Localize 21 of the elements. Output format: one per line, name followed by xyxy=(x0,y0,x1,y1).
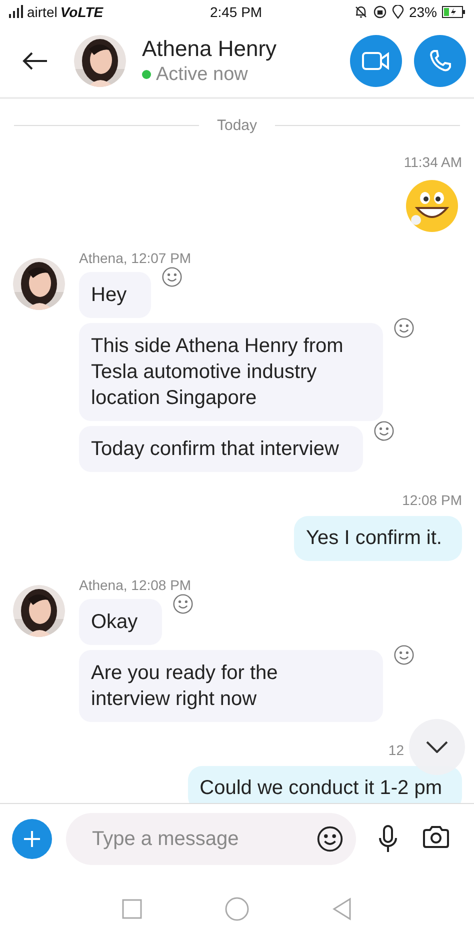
sent-message: Could we conduct it 1-2 pm xyxy=(188,766,462,803)
received-message: Are you ready for the interview right now xyxy=(79,650,383,722)
message-field[interactable]: Type a message xyxy=(66,813,356,865)
sender-time: Athena, 12:07 PM xyxy=(79,250,192,266)
received-message: Today confirm that interview xyxy=(79,426,363,472)
sent-message: Yes I confirm it. xyxy=(294,516,462,561)
received-message: Okay xyxy=(79,599,162,645)
clock-time: 2:45 PM xyxy=(210,4,262,20)
message-time: 12:08 PM xyxy=(402,492,462,508)
received-message: Hey xyxy=(79,272,151,318)
network-type: VoLTE xyxy=(60,4,104,20)
message-input[interactable]: Type a message xyxy=(90,826,316,852)
battery-percent: 23% xyxy=(408,4,438,20)
contact-name: Athena Henry xyxy=(142,36,278,62)
carrier-name: airtel xyxy=(27,4,58,20)
message-time: 11:34 AM xyxy=(404,154,462,170)
message-time: 12 xyxy=(388,742,404,758)
received-message: This side Athena Henry from Tesla automotive industry location Singapore xyxy=(79,323,383,421)
presence-status: Active now xyxy=(156,64,248,86)
sender-time: Athena, 12:08 PM xyxy=(79,577,192,593)
date-divider: Today xyxy=(216,117,258,134)
